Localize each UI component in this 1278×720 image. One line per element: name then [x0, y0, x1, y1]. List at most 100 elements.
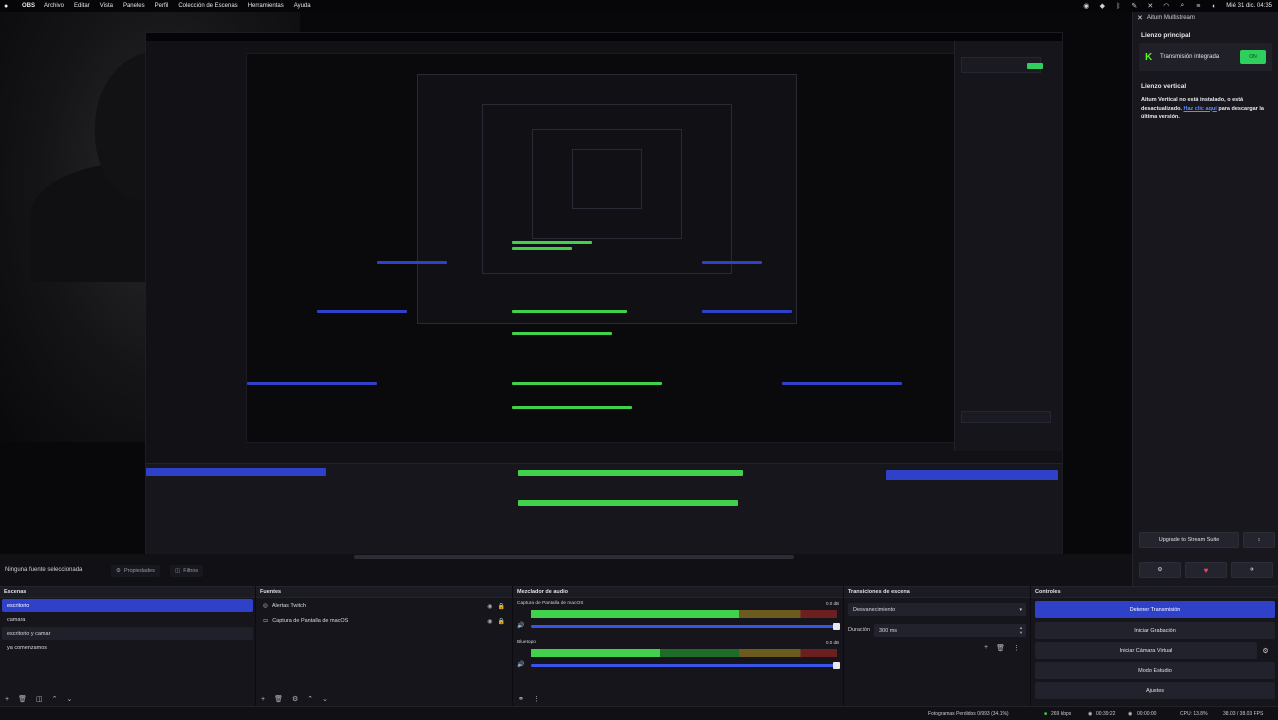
more-icon[interactable]: ⋮ — [1013, 644, 1020, 652]
chevron-down-icon[interactable]: ⌄ — [322, 695, 328, 703]
menu-coleccion-escenas[interactable]: Colección de Escenas — [178, 3, 237, 9]
menu-archivo[interactable]: Archivo — [44, 3, 64, 9]
menu-app-name[interactable]: OBS — [22, 3, 35, 9]
eye-icon[interactable]: ◉ — [487, 618, 492, 625]
dropbox-icon[interactable]: ◆ — [1098, 2, 1106, 10]
siri-icon[interactable]: ◐ — [1210, 3, 1218, 10]
scene-item[interactable]: escritorio y camar — [2, 627, 253, 640]
properties-button[interactable]: ⚙ Propiedades — [111, 565, 160, 577]
menu-bar: ● OBS Archivo Editar Vista Paneles Perfi… — [0, 0, 1278, 12]
mute-icon[interactable]: ✕ — [1146, 2, 1154, 10]
slider-knob[interactable] — [833, 623, 840, 630]
add-icon[interactable]: + — [261, 696, 265, 703]
chevron-up-icon[interactable]: ⌃ — [307, 695, 313, 703]
upgrade-button[interactable]: Upgrade to Stream Suite — [1139, 532, 1239, 548]
scene-item[interactable]: camara — [2, 613, 253, 626]
apple-icon[interactable]: ● — [4, 3, 12, 10]
search-icon[interactable]: ⌕ — [1178, 2, 1186, 10]
volume-slider[interactable] — [531, 662, 840, 669]
stop-streaming-button[interactable]: Detener Transmisión — [1035, 601, 1275, 618]
pen-icon[interactable]: ✎ — [1130, 2, 1138, 10]
menu-ayuda[interactable]: Ayuda — [294, 3, 311, 9]
stream-status-icon: ■ — [1044, 711, 1048, 717]
eye-icon[interactable]: ◉ — [487, 603, 492, 610]
menu-vista[interactable]: Vista — [100, 3, 113, 9]
scene-item[interactable]: escritorio — [2, 599, 253, 612]
start-virtual-camera-button[interactable]: Iniciar Cámara Virtual — [1035, 642, 1257, 659]
control-center-icon[interactable]: ≡ — [1194, 3, 1202, 10]
multistream-header: ✕ Aitum Multistream — [1133, 12, 1278, 24]
mixer-channel: Captura de Pantalla de macOS 0.0 dB 🔊 — [517, 601, 840, 643]
audio-mixer-dock: Mezclador de audio Captura de Pantalla d… — [513, 586, 843, 706]
display-capture-icon: ▭ — [263, 618, 269, 624]
scenes-title: Escenas — [0, 587, 255, 598]
gear-icon[interactable]: ⚙ — [1260, 642, 1271, 659]
bitrate: 269 kbps — [1051, 711, 1072, 717]
chevron-down-icon[interactable]: ⌄ — [66, 695, 72, 703]
transition-value: Desvanecimiento — [853, 606, 896, 613]
sources-toolbar: + 🗑 ⚙ ⌃ ⌄ — [256, 692, 512, 706]
link-icon[interactable]: ⚭ — [518, 695, 524, 703]
trash-icon[interactable]: 🗑 — [274, 695, 283, 703]
source-label: Alertas Twitch — [271, 603, 306, 609]
menu-clock[interactable]: Mié 31 dic. 04:35 — [1226, 3, 1272, 9]
add-icon[interactable]: + — [5, 696, 9, 703]
bluetooth-icon[interactable]: ᛒ — [1114, 3, 1122, 10]
filter-icon[interactable]: ◫ — [36, 695, 43, 703]
no-source-label: Ninguna fuente seleccionada — [5, 567, 83, 573]
speaker-icon[interactable]: 🔊 — [517, 661, 524, 668]
channel-name: Bluetopo — [517, 640, 536, 645]
trash-icon[interactable]: 🗑 — [18, 695, 27, 703]
transitions-title: Transiciones de escena — [844, 587, 1030, 598]
sort-icon[interactable]: ↕ — [1243, 532, 1275, 548]
filters-button[interactable]: ◫ Filtros — [170, 565, 204, 577]
settings-gear-icon[interactable]: ⚙ — [1139, 562, 1181, 578]
sources-title: Fuentes — [256, 587, 512, 598]
source-item[interactable]: ◎ Alertas Twitch ◉ 🔒 — [258, 599, 510, 613]
volume-slider[interactable] — [531, 623, 840, 630]
more-icon[interactable]: ⋮ — [533, 695, 540, 703]
slider-knob[interactable] — [833, 662, 840, 669]
preview-scrollbar[interactable] — [354, 555, 794, 559]
nested-meter — [512, 247, 572, 250]
source-item[interactable]: ▭ Captura de Pantalla de macOS ◉ 🔒 — [258, 614, 510, 628]
gear-icon[interactable]: ⚙ — [292, 695, 298, 703]
add-icon[interactable]: + — [984, 644, 988, 652]
menu-paneles[interactable]: Paneles — [123, 3, 145, 9]
studio-mode-button[interactable]: Modo Estudio — [1035, 662, 1275, 679]
nested-meter — [512, 382, 662, 385]
menu-perfil[interactable]: Perfil — [155, 3, 169, 9]
nested-multistream-panel — [954, 41, 1062, 451]
duration-input[interactable]: 300 ms ▲ ▼ — [874, 624, 1026, 637]
megaphone-icon[interactable]: ✈ — [1231, 562, 1273, 578]
spinner-icon[interactable]: ▲ ▼ — [1019, 625, 1023, 635]
nested-meter — [512, 310, 627, 313]
obs-tray-icon[interactable]: ◉ — [1082, 2, 1090, 10]
speaker-icon[interactable]: 🔊 — [517, 622, 524, 629]
settings-button[interactable]: Ajustes — [1035, 682, 1275, 699]
transition-select[interactable]: Desvanecimiento ▾ — [848, 603, 1026, 616]
wifi-icon[interactable]: ◠ — [1162, 2, 1170, 10]
gear-icon: ⚙ — [116, 568, 121, 574]
menu-herramientas[interactable]: Herramientas — [248, 3, 284, 9]
mixer-title: Mezclador de audio — [513, 587, 843, 598]
lock-icon[interactable]: 🔒 — [498, 603, 505, 610]
chevron-up-icon[interactable]: ⌃ — [52, 695, 58, 703]
vertical-canvas-heading: Lienzo vertical — [1141, 83, 1187, 90]
download-link[interactable]: Haz clic aquí — [1184, 106, 1217, 112]
close-icon[interactable]: ✕ — [1137, 14, 1143, 22]
lock-icon[interactable]: 🔒 — [498, 618, 505, 625]
preview-canvas[interactable] — [0, 12, 1132, 554]
menu-editar[interactable]: Editar — [74, 3, 90, 9]
cpu-usage: CPU: 13.8% — [1180, 711, 1208, 717]
platform-toggle[interactable]: ON — [1240, 50, 1266, 64]
channel-db: 0.0 dB — [825, 601, 839, 606]
scene-item[interactable]: ya comenzamos — [2, 641, 253, 654]
heart-icon[interactable]: ♥ — [1185, 562, 1227, 578]
trash-icon[interactable]: 🗑 — [996, 644, 1005, 652]
properties-label: Propiedades — [123, 568, 155, 574]
volume-meter — [531, 649, 837, 657]
filters-label: Filtros — [183, 568, 199, 574]
start-recording-button[interactable]: Iniciar Grabación — [1035, 622, 1275, 639]
nested-toggle — [1027, 63, 1043, 69]
